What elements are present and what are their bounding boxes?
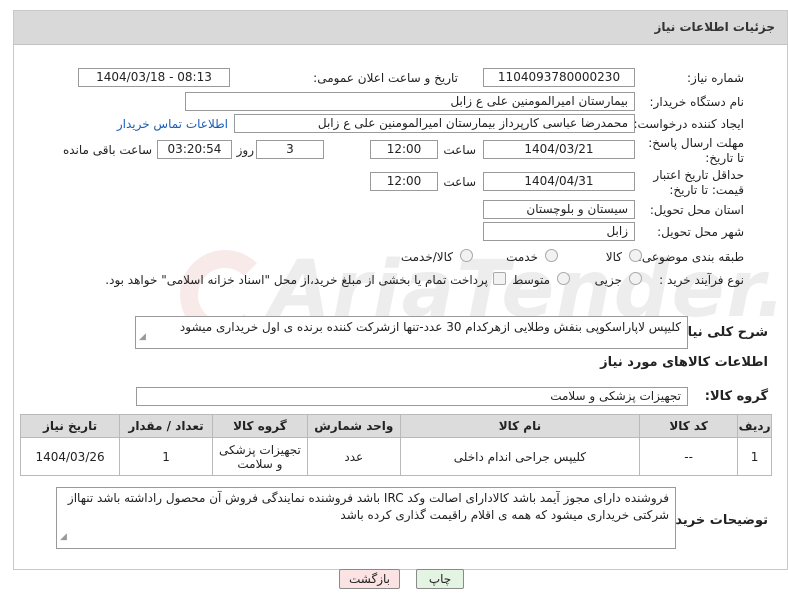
col-group: گروه کالا xyxy=(211,414,308,438)
creator-label: ایجاد کننده درخواست: xyxy=(633,117,744,131)
cell-group: تجهیزات پزشکی و سلامت xyxy=(211,437,308,476)
deadline-label: مهلت ارسال پاسخ: تا تاریخ: xyxy=(648,136,744,165)
col-name: نام کالا xyxy=(399,414,641,438)
days-field: 3 xyxy=(256,140,324,159)
need-number-label: شماره نیاز: xyxy=(687,71,744,85)
need-number-field: 1104093780000230 xyxy=(483,68,635,87)
buyer-notes-text: فروشنده دارای مجوز آیمد باشد کالادارای ا… xyxy=(67,491,669,522)
creator-field: محمدرضا عباسی کارپرداز بیمارستان امیرالم… xyxy=(234,114,635,133)
table-row: 1 -- کلیپس جراحی اندام داخلی عدد تجهیزات… xyxy=(19,437,772,476)
col-row: ردیف xyxy=(737,414,772,438)
process-option-minor: جزیی xyxy=(594,273,622,287)
goods-group-field: تجهیزات پزشکی و سلامت xyxy=(136,387,688,406)
panel-header: جزئیات اطلاعات نیاز xyxy=(14,11,787,45)
remaining-label: ساعت باقی مانده xyxy=(62,143,152,157)
deadline-time-word: ساعت xyxy=(443,143,476,157)
cell-name: کلیپس جراحی اندام داخلی xyxy=(399,437,641,476)
col-qty: تعداد / مقدار xyxy=(119,414,213,438)
description-text: کلیپس لاپاراسکوپی بنفش وطلایی ازهرکدام 3… xyxy=(179,320,681,334)
announce-label: تاریخ و ساعت اعلان عمومی: xyxy=(313,71,458,85)
price-validity-time-field: 12:00 xyxy=(370,172,438,191)
treasury-payment-checkbox[interactable] xyxy=(493,272,506,285)
panel-title: جزئیات اطلاعات نیاز xyxy=(654,20,775,34)
process-option-medium: متوسط xyxy=(512,273,550,287)
cell-code: -- xyxy=(639,437,739,476)
process-radio-minor[interactable] xyxy=(629,272,642,285)
cell-row: 1 xyxy=(737,437,772,476)
announce-field: 1404/03/18 - 08:13 xyxy=(78,68,230,87)
category-option-goods: کالا xyxy=(605,250,622,264)
category-radio-goods-service[interactable] xyxy=(460,249,473,262)
remaining-time-field: 03:20:54 xyxy=(157,140,232,159)
cell-date: 1404/03/26 xyxy=(19,437,121,476)
category-label: طبقه بندی موضوعی: xyxy=(637,250,744,264)
buyer-org-field: بیمارستان امیرالمومنین علی ع زابل xyxy=(185,92,635,111)
col-unit: واحد شمارش xyxy=(306,414,401,438)
buyer-contact-link[interactable]: اطلاعات تماس خریدار xyxy=(117,117,228,131)
category-radio-goods[interactable] xyxy=(629,249,642,262)
process-radio-medium[interactable] xyxy=(557,272,570,285)
col-date: تاریخ نیاز xyxy=(19,414,121,438)
city-field: زابل xyxy=(483,222,635,241)
cell-qty: 1 xyxy=(119,437,213,476)
col-code: کد کالا xyxy=(639,414,739,438)
deadline-time-field: 12:00 xyxy=(370,140,438,159)
goods-section-title: اطلاعات کالاهای مورد نیاز xyxy=(600,355,768,370)
goods-group-label: گروه کالا: xyxy=(704,389,768,404)
price-validity-date-field: 1404/04/31 xyxy=(483,172,635,191)
resize-grip-icon: ◢ xyxy=(60,532,67,542)
resize-grip-icon: ◢ xyxy=(139,332,146,342)
print-button[interactable]: چاپ xyxy=(416,569,464,589)
back-button[interactable]: بازگشت xyxy=(339,569,400,589)
price-validity-time-word: ساعت xyxy=(443,175,476,189)
category-radio-service[interactable] xyxy=(545,249,558,262)
description-label: شرح کلی نیاز: xyxy=(674,325,768,340)
province-label: استان محل تحویل: xyxy=(649,203,744,217)
deadline-date-field: 1404/03/21 xyxy=(483,140,635,159)
process-label: نوع فرآیند خرید : xyxy=(659,273,744,287)
price-validity-label: حداقل تاریخ اعتبار قیمت: تا تاریخ: xyxy=(653,168,744,197)
cell-unit: عدد xyxy=(306,437,401,476)
items-table: ردیف کد کالا نام کالا واحد شمارش گروه کا… xyxy=(19,414,772,476)
buyer-notes-textarea: فروشنده دارای مجوز آیمد باشد کالادارای ا… xyxy=(56,487,676,549)
province-field: سیستان و بلوچستان xyxy=(483,200,635,219)
city-label: شهر محل تحویل: xyxy=(657,225,744,239)
treasury-payment-note: پرداخت تمام یا بخشی از مبلغ خرید،از محل … xyxy=(105,273,488,287)
table-header-row: ردیف کد کالا نام کالا واحد شمارش گروه کا… xyxy=(19,414,772,438)
category-option-service: خدمت xyxy=(506,250,538,264)
buyer-org-label: نام دستگاه خریدار: xyxy=(649,95,745,109)
category-option-goods-service: کالا/خدمت xyxy=(400,250,453,264)
description-textarea: کلیپس لاپاراسکوپی بنفش وطلایی ازهرکدام 3… xyxy=(135,316,688,349)
